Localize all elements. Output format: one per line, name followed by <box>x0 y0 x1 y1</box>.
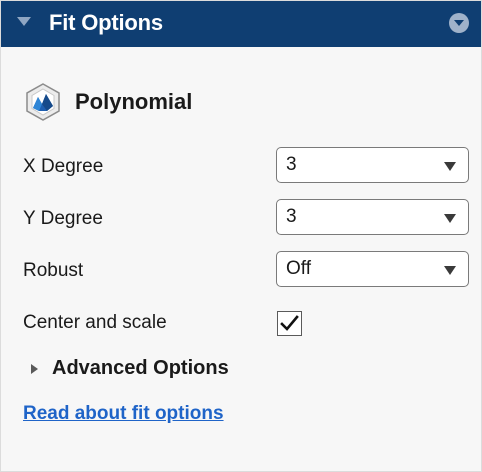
y-degree-value: 3 <box>286 206 297 227</box>
read-about-fit-options-link[interactable]: Read about fit options <box>23 403 224 425</box>
advanced-options-label: Advanced Options <box>52 357 229 379</box>
x-degree-value: 3 <box>286 154 297 175</box>
advanced-options-toggle[interactable]: Advanced Options <box>31 357 229 380</box>
chevron-down-icon <box>444 162 456 171</box>
robust-label: Robust <box>23 260 84 281</box>
polynomial-surface-icon <box>23 82 63 122</box>
chevron-down-icon <box>444 266 456 275</box>
y-degree-label: Y Degree <box>23 208 103 229</box>
panel-menu-icon[interactable] <box>449 13 469 33</box>
fit-type-label: Polynomial <box>75 89 193 114</box>
x-degree-label: X Degree <box>23 156 104 177</box>
robust-value: Off <box>286 258 311 279</box>
fit-options-panel: Fit Options Polynomial X Degree 3 Y Degr… <box>0 0 482 472</box>
checkmark-icon <box>280 315 299 331</box>
chevron-down-icon <box>444 214 456 223</box>
triangle-right-icon <box>31 363 38 374</box>
fit-type-row: Polynomial <box>23 82 192 122</box>
panel-titlebar[interactable]: Fit Options <box>1 1 481 47</box>
x-degree-dropdown[interactable]: 3 <box>276 147 469 183</box>
collapse-triangle-icon[interactable] <box>17 17 31 26</box>
y-degree-dropdown[interactable]: 3 <box>276 199 469 235</box>
center-and-scale-checkbox[interactable] <box>277 311 302 336</box>
center-and-scale-label: Center and scale <box>23 312 167 333</box>
panel-title: Fit Options <box>49 10 163 35</box>
robust-dropdown[interactable]: Off <box>276 251 469 287</box>
